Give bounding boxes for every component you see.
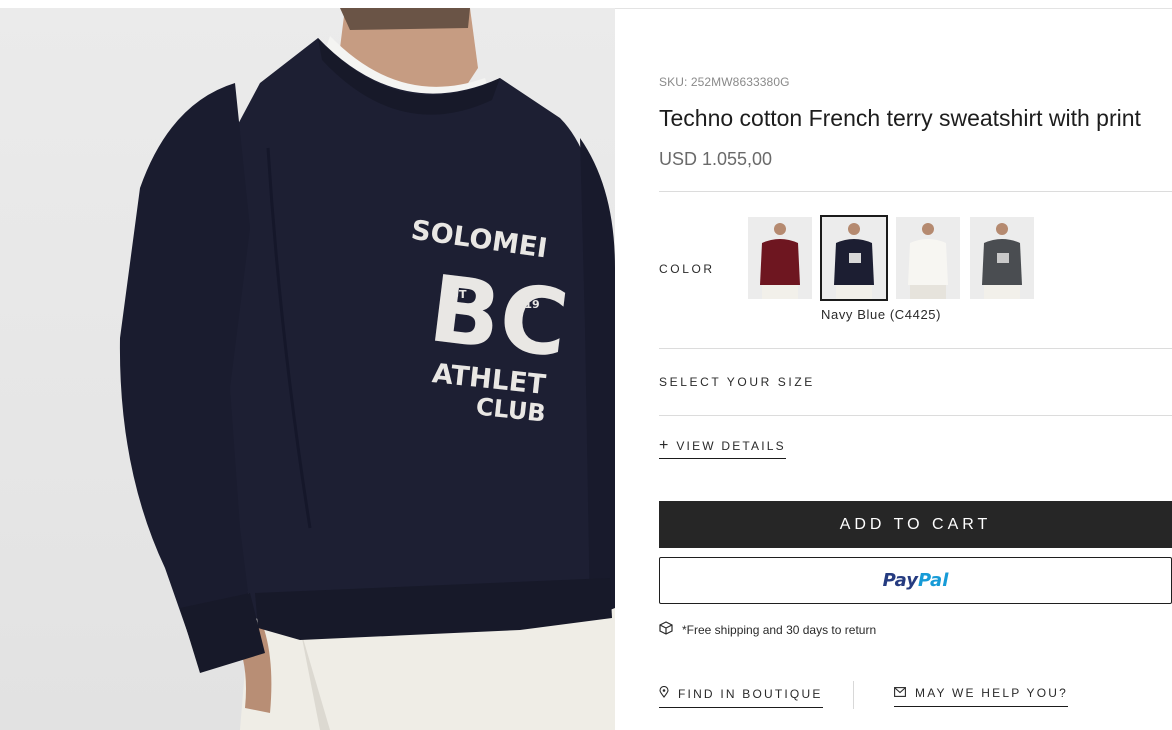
color-swatches xyxy=(748,215,1034,301)
box-icon xyxy=(659,621,673,638)
find-in-boutique-label: FIND IN BOUTIQUE xyxy=(678,686,823,701)
help-link[interactable]: MAY WE HELP YOU? xyxy=(894,686,1069,707)
color-swatch-white[interactable] xyxy=(896,217,960,299)
color-label: COLOR xyxy=(659,262,715,276)
divider xyxy=(659,191,1172,192)
shipping-note: *Free shipping and 30 days to return xyxy=(659,621,876,638)
plus-icon: + xyxy=(659,437,669,454)
print-line-3: EST xyxy=(444,288,467,301)
view-details-label: VIEW DETAILS xyxy=(676,439,786,453)
model-photo: SOLOMEI BC EST 19 ATHLET CLUB xyxy=(119,8,615,730)
divider xyxy=(659,415,1172,416)
divider xyxy=(853,681,854,709)
divider xyxy=(659,348,1172,349)
mail-icon xyxy=(894,686,906,700)
selected-color-name: Navy Blue (C4425) xyxy=(821,307,942,322)
add-to-cart-button[interactable]: ADD TO CART xyxy=(659,501,1172,548)
shipping-text: *Free shipping and 30 days to return xyxy=(682,622,877,637)
product-image[interactable]: SOLOMEI BC EST 19 ATHLET CLUB xyxy=(0,8,615,730)
product-price: USD 1.055,00 xyxy=(659,149,773,169)
product-details-panel: SKU: 252MW8633380G Techno cotton French … xyxy=(659,0,1172,730)
color-swatch-grey[interactable] xyxy=(970,217,1034,299)
paypal-logo: PayPal xyxy=(882,570,949,591)
color-swatch-navy[interactable] xyxy=(820,215,888,301)
paypal-button[interactable]: PayPal xyxy=(659,557,1172,604)
print-line-4: 19 xyxy=(524,298,539,311)
product-page: SOLOMEI BC EST 19 ATHLET CLUB SKU: 252MW… xyxy=(0,0,1172,730)
product-title: Techno cotton French terry sweatshirt wi… xyxy=(659,105,1141,131)
view-details-link[interactable]: + VIEW DETAILS xyxy=(659,437,786,459)
product-sku: SKU: 252MW8633380G xyxy=(659,75,790,89)
color-swatch-burgundy[interactable] xyxy=(748,217,812,299)
help-label: MAY WE HELP YOU? xyxy=(915,686,1069,700)
find-in-boutique-link[interactable]: FIND IN BOUTIQUE xyxy=(659,685,823,708)
select-size-toggle[interactable]: SELECT YOUR SIZE xyxy=(659,375,815,389)
location-pin-icon xyxy=(659,685,669,701)
